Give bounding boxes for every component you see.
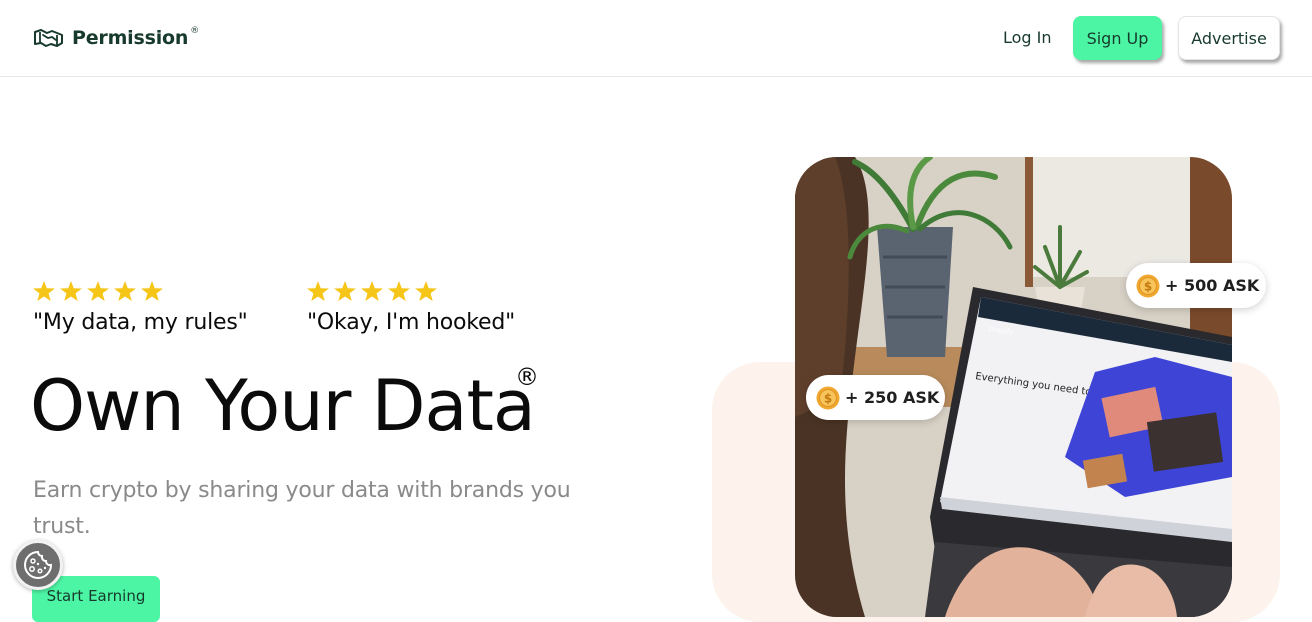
reward-amount: + 500 ASK <box>1165 276 1260 295</box>
star-rating <box>33 281 248 301</box>
star-icon <box>334 281 356 301</box>
testimonial: "My data, my rules" <box>33 281 248 335</box>
coin-icon: $ <box>816 386 840 409</box>
hero-subtitle: Earn crypto by sharing your data with br… <box>33 478 571 539</box>
svg-text:$: $ <box>824 391 832 405</box>
advertise-button[interactable]: Advertise <box>1178 16 1280 60</box>
star-icon <box>33 281 55 301</box>
site-header: Permission ® Log In Sign Up Advertise <box>0 0 1312 77</box>
hero-headline: Own Your Data <box>30 365 536 447</box>
cookie-settings-button[interactable] <box>13 540 63 590</box>
testimonial: "Okay, I'm hooked" <box>307 281 515 335</box>
star-icon <box>388 281 410 301</box>
reward-badge: $ + 500 ASK <box>1126 263 1266 308</box>
logo[interactable]: Permission ® <box>34 26 206 50</box>
logo-text: Permission <box>72 27 189 49</box>
svg-text:$: $ <box>1144 279 1152 293</box>
star-icon <box>114 281 136 301</box>
star-icon <box>307 281 329 301</box>
handshake-icon <box>34 29 63 47</box>
signup-button[interactable]: Sign Up <box>1073 16 1162 60</box>
login-link[interactable]: Log In <box>1003 26 1052 50</box>
star-icon <box>361 281 383 301</box>
logo-registered-mark: ® <box>190 26 200 36</box>
star-icon <box>60 281 82 301</box>
star-icon <box>87 281 109 301</box>
star-rating <box>307 281 515 301</box>
testimonial-quote: "Okay, I'm hooked" <box>307 310 516 335</box>
coin-icon: $ <box>1136 274 1160 297</box>
cookie-icon <box>24 550 53 579</box>
star-icon <box>415 281 437 301</box>
testimonial-quote: "My data, my rules" <box>33 310 248 335</box>
star-icon <box>141 281 163 301</box>
headline-registered-mark: ® <box>515 363 539 391</box>
reward-badge: $ + 250 ASK <box>806 375 945 420</box>
reward-amount: + 250 ASK <box>845 388 940 407</box>
